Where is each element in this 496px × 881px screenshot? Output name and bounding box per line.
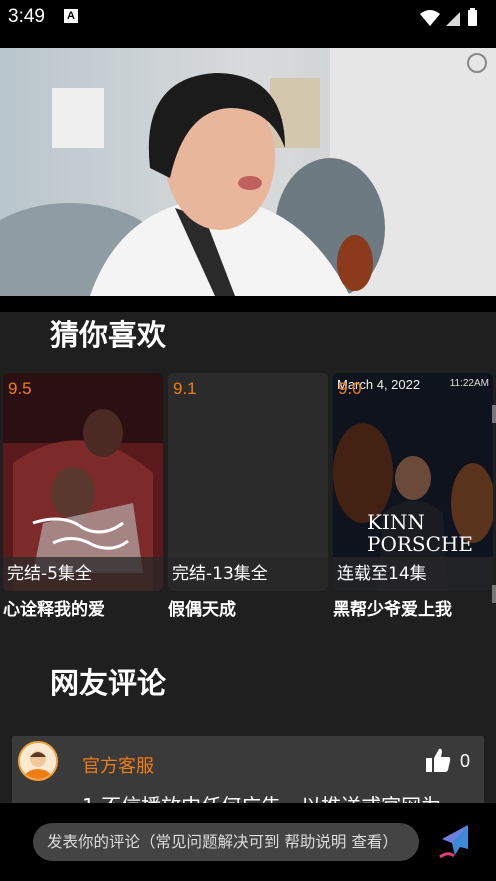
episode-status: 完结-13集全 <box>168 557 328 591</box>
poster-image: March 4, 2022 11:22AM 9.0 KINN PORSCHE 连… <box>333 373 493 591</box>
comment-text: 1.不信播放中任何广告，以推送或官网为 <box>82 790 441 803</box>
notification-icon: A <box>64 9 78 23</box>
comment-item: 官方客服 0 1.不信播放中任何广告，以推送或官网为 <box>12 736 484 803</box>
card-title: 心诠释我的爱 <box>3 600 105 620</box>
wifi-icon <box>420 10 440 26</box>
like-count: 0 <box>460 751 471 771</box>
status-time: 3:49 <box>8 6 45 27</box>
comment-input[interactable]: 发表你的评论（常见问题解决可到 帮助说明 查看） <box>33 823 419 861</box>
content-area: 猜你喜欢 9.5 完结-5集全 心诠释我的爱 9.1 完结-13集全 假偶天成 <box>0 312 496 803</box>
video-player[interactable] <box>0 48 496 312</box>
rating-badge: 9.0 <box>338 379 362 398</box>
card-title: 假偶天成 <box>168 600 236 620</box>
avatar-icon[interactable] <box>18 741 58 781</box>
episode-status: 连载至14集 <box>333 557 493 591</box>
battery-icon <box>468 10 477 26</box>
poster-image: 9.1 完结-13集全 <box>168 373 328 591</box>
poster-time: 11:22AM <box>449 378 489 389</box>
video-frame <box>0 48 496 296</box>
signal-icon <box>446 12 460 26</box>
section-title-recommend: 猜你喜欢 <box>50 318 167 352</box>
card-title: 黑帮少爷爱上我 <box>333 600 452 620</box>
rating-badge: 9.5 <box>8 379 32 398</box>
comment-input-bar: 发表你的评论（常见问题解决可到 帮助说明 查看） <box>0 803 496 881</box>
rating-badge: 9.1 <box>173 379 197 398</box>
send-icon[interactable] <box>438 823 474 861</box>
scroll-edge <box>492 585 496 603</box>
thumbs-up-icon[interactable] <box>424 746 452 774</box>
watermark-icon <box>467 53 487 73</box>
episode-status: 完结-5集全 <box>3 557 163 591</box>
status-icons <box>420 8 477 26</box>
section-title-comments: 网友评论 <box>50 666 167 700</box>
recommend-card[interactable]: 9.5 完结-5集全 心诠释我的爱 <box>3 373 163 620</box>
poster-image: 9.5 完结-5集全 <box>3 373 163 591</box>
comment-username[interactable]: 官方客服 <box>82 752 154 778</box>
recommend-card[interactable]: March 4, 2022 11:22AM 9.0 KINN PORSCHE 连… <box>333 373 493 620</box>
scroll-edge <box>492 405 496 423</box>
status-bar: 3:49 A <box>0 0 496 48</box>
poster-logo-text: KINN PORSCHE <box>367 510 473 556</box>
recommend-card[interactable]: 9.1 完结-13集全 假偶天成 <box>168 373 328 620</box>
